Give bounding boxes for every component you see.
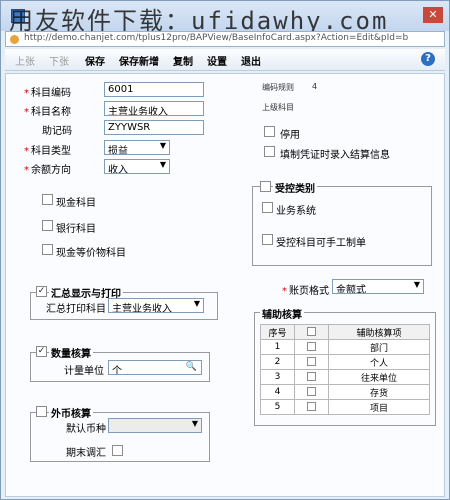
aux-accounting-table: 序号 辅助核算项 1 部门 2 个人 3 往来单位 4 存货 5 项目: [260, 324, 430, 415]
business-system-label: 业务系统: [276, 206, 316, 217]
aux-row-no: 4: [260, 384, 295, 400]
unit-label: 计量单位: [64, 366, 104, 377]
search-icon[interactable]: 🔍: [186, 362, 197, 372]
aux-header-row: 序号 辅助核算项: [260, 324, 430, 340]
settle-info-label: 填制凭证时录入结算信息: [280, 150, 390, 161]
period-end-adjust-label: 期末调汇: [66, 448, 106, 459]
settle-info-checkbox[interactable]: [264, 146, 275, 157]
controlled-category-title: 受控类别: [273, 180, 317, 195]
direction-select[interactable]: 收入 ▼: [104, 159, 170, 174]
period-end-adjust-checkbox[interactable]: [112, 445, 123, 456]
table-row[interactable]: 4 存货: [260, 384, 430, 400]
aux-row-checkbox[interactable]: [307, 342, 316, 351]
cash-equivalent-label: 现金等价物科目: [56, 248, 126, 259]
unit-field[interactable]: 个 🔍: [108, 360, 202, 375]
aux-row-item: 个人: [328, 354, 430, 370]
ledger-format-label: * 账页格式: [282, 286, 329, 297]
default-currency-label: 默认币种: [66, 424, 106, 435]
encode-rule-label: 编码规则: [262, 83, 294, 92]
cash-account-checkbox[interactable]: [42, 194, 53, 205]
aux-row-item: 部门: [328, 339, 430, 355]
code-field[interactable]: 6001: [104, 82, 204, 97]
card-window: 用友软件下载：ufidawhy.com ✕ http://demo.chanje…: [0, 0, 450, 500]
aux-header-item: 辅助核算项: [328, 324, 430, 340]
aux-row-checkbox[interactable]: [307, 372, 316, 381]
chevron-down-icon: ▼: [159, 141, 166, 150]
aux-row-item: 项目: [328, 399, 430, 415]
aux-header-select[interactable]: [294, 324, 329, 340]
aux-row-checkbox[interactable]: [307, 402, 316, 411]
aux-row-select[interactable]: [294, 354, 329, 370]
prev-button[interactable]: 上张: [15, 53, 35, 68]
aux-header-no: 序号: [260, 324, 295, 340]
close-icon[interactable]: ✕: [423, 7, 443, 23]
table-row[interactable]: 1 部门: [260, 339, 430, 355]
disabled-label: 停用: [280, 130, 300, 141]
parent-account-label: 上级科目: [262, 103, 294, 112]
chevron-down-icon: ▼: [159, 160, 166, 169]
type-label: * 科目类型: [24, 146, 71, 157]
address-bar[interactable]: http://demo.chanjet.com/tplus12pro/BAPVi…: [5, 31, 445, 47]
aux-row-select[interactable]: [294, 339, 329, 355]
aux-row-select[interactable]: [294, 399, 329, 415]
cash-equivalent-checkbox[interactable]: [42, 244, 53, 255]
aux-row-checkbox[interactable]: [307, 357, 316, 366]
encode-rule-value: 4: [312, 82, 318, 91]
chevron-down-icon: ▼: [193, 299, 200, 308]
bank-account-label: 银行科目: [56, 224, 96, 235]
manual-voucher-checkbox[interactable]: [262, 234, 273, 245]
quantity-checkbox[interactable]: [36, 346, 47, 357]
help-icon[interactable]: ?: [421, 52, 435, 66]
controlled-category-checkbox[interactable]: [260, 181, 271, 192]
aux-accounting-title: 辅助核算: [260, 306, 304, 321]
aux-row-select[interactable]: [294, 369, 329, 385]
business-system-checkbox[interactable]: [262, 202, 273, 213]
mnemonic-field[interactable]: ZYYWSR: [104, 120, 204, 135]
foreign-currency-title: 外币核算: [49, 405, 93, 420]
foreign-currency-checkbox[interactable]: [36, 406, 47, 417]
bank-account-checkbox[interactable]: [42, 220, 53, 231]
controlled-category-group: [252, 186, 432, 266]
disabled-checkbox[interactable]: [264, 126, 275, 137]
direction-label: * 余额方向: [24, 165, 71, 176]
title-bar: 用友软件下载：ufidawhy.com ✕: [1, 1, 449, 35]
mnemonic-label: 助记码: [42, 126, 72, 137]
cash-account-label: 现金科目: [56, 198, 96, 209]
save-button[interactable]: 保存: [85, 53, 105, 68]
table-row[interactable]: 2 个人: [260, 354, 430, 370]
copy-button[interactable]: 复制: [173, 53, 193, 68]
exit-button[interactable]: 退出: [241, 53, 261, 68]
aux-row-no: 5: [260, 399, 295, 415]
address-url: http://demo.chanjet.com/tplus12pro/BAPVi…: [24, 33, 409, 43]
select-all-checkbox[interactable]: [307, 327, 316, 336]
table-row[interactable]: 5 项目: [260, 399, 430, 415]
name-label: * 科目名称: [24, 107, 71, 118]
aux-row-item: 存货: [328, 384, 430, 400]
aux-row-item: 往来单位: [328, 369, 430, 385]
summary-print-checkbox[interactable]: [36, 286, 47, 297]
toolbar: 上张 下张 保存 保存新增 复制 设置 退出 ?: [5, 49, 445, 71]
type-select[interactable]: 损益 ▼: [104, 140, 170, 155]
ledger-format-select[interactable]: 金额式 ▼: [332, 279, 424, 294]
aux-row-no: 3: [260, 369, 295, 385]
chevron-down-icon: ▼: [191, 419, 198, 428]
summary-print-account-label: 汇总打印科目: [46, 304, 106, 315]
code-label: * 科目编码: [24, 88, 71, 99]
chevron-down-icon: ▼: [413, 280, 420, 289]
save-new-button[interactable]: 保存新增: [119, 53, 159, 68]
aux-row-checkbox[interactable]: [307, 387, 316, 396]
default-currency-select[interactable]: ▼: [108, 418, 202, 433]
summary-print-account-select[interactable]: 主营业务收入 ▼: [108, 298, 204, 313]
page-icon: [10, 35, 19, 44]
aux-row-no: 2: [260, 354, 295, 370]
manual-voucher-label: 受控科目可手工制单: [276, 238, 366, 249]
table-row[interactable]: 3 往来单位: [260, 369, 430, 385]
form-area: * 科目编码 6001 * 科目名称 主营业务收入 助记码 ZYYWSR * 科目类型…: [5, 73, 445, 497]
aux-row-select[interactable]: [294, 384, 329, 400]
settings-button[interactable]: 设置: [207, 53, 227, 68]
aux-row-no: 1: [260, 339, 295, 355]
quantity-title: 数量核算: [49, 345, 93, 360]
next-button[interactable]: 下张: [49, 53, 69, 68]
name-field[interactable]: 主营业务收入: [104, 101, 204, 116]
